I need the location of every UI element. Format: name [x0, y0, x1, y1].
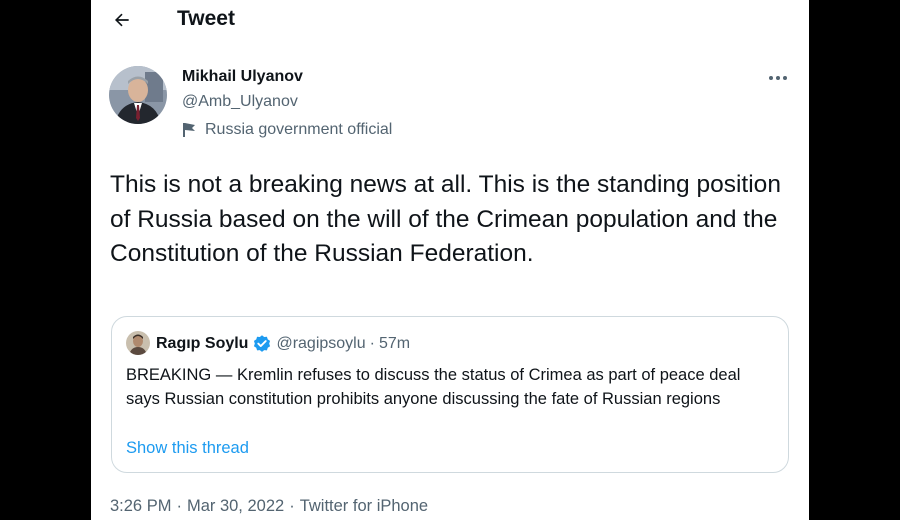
arrow-left-icon — [115, 13, 129, 27]
quoted-separator: · — [369, 335, 375, 352]
timestamp-separator: · — [289, 497, 295, 515]
quoted-avatar-image — [126, 331, 150, 355]
quoted-header: Ragıp Soylu @ragipsoylu · 57m — [156, 334, 410, 354]
more-dots-icon — [769, 76, 787, 80]
more-options-button[interactable] — [763, 66, 793, 90]
tweet-timestamp: 3:26 PM · Mar 30, 2022 · Twitter for iPhone — [110, 497, 428, 516]
tweet-text: This is not a breaking news at all. This… — [110, 171, 781, 267]
page-title: Tweet — [177, 7, 235, 30]
avatar-image — [109, 66, 167, 124]
author-handle[interactable]: @Amb_Ulyanov — [182, 93, 298, 111]
quoted-author-name: Ragıp Soylu — [156, 335, 249, 352]
quoted-author-handle: @ragipsoylu — [276, 335, 366, 352]
quoted-tweet-card[interactable]: Ragıp Soylu @ragipsoylu · 57m BREAKING —… — [111, 316, 789, 473]
quoted-tweet-text: BREAKING — Kremlin refuses to discuss th… — [126, 366, 741, 408]
quoted-author-avatar — [126, 331, 150, 355]
tweet-source[interactable]: Twitter for iPhone — [300, 497, 428, 515]
author-avatar[interactable] — [109, 66, 167, 124]
affiliation-text: Russia government official — [205, 121, 393, 138]
tweet-time[interactable]: 3:26 PM — [110, 497, 171, 515]
header-bar: Tweet — [91, 0, 809, 42]
affiliation-label: Russia government official — [182, 121, 392, 139]
quoted-time: 57m — [378, 335, 411, 352]
flag-icon — [183, 123, 195, 137]
show-thread-link[interactable]: Show this thread — [126, 439, 249, 458]
verified-badge-icon — [254, 335, 271, 352]
tweet-date[interactable]: Mar 30, 2022 — [187, 497, 284, 515]
author-name[interactable]: Mikhail Ulyanov — [182, 68, 303, 86]
tweet-page: Tweet Mikhail Ulyanov @Amb_Ulyanov Russi… — [91, 0, 809, 520]
timestamp-separator: · — [176, 497, 182, 515]
back-button[interactable] — [107, 5, 137, 35]
